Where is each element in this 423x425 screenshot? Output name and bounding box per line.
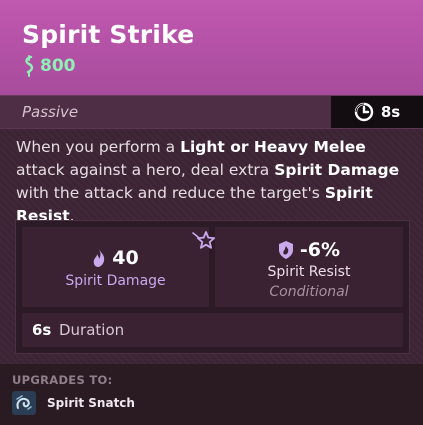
upgrades-heading: UPGRADES TO: xyxy=(12,373,113,387)
item-type-bar: Passive 8s xyxy=(0,95,423,129)
cooldown-value: 8s xyxy=(380,103,401,121)
spirit-damage-value: 40 xyxy=(112,247,139,269)
upgrade-item[interactable]: Spirit Snatch xyxy=(12,391,135,415)
spirit-snatch-icon xyxy=(12,391,36,415)
cost-value: 800 xyxy=(40,56,76,76)
cooldown-badge: 8s xyxy=(331,96,423,128)
upgrades-section: UPGRADES TO: Spirit Snatch xyxy=(0,364,423,425)
conditional-label: Conditional xyxy=(269,284,349,300)
item-header: Spirit Strike 800 xyxy=(0,0,423,95)
stats-panel: 40 Spirit Damage -6% Spirit Resist Condi… xyxy=(15,220,410,354)
stat-spirit-damage: 40 Spirit Damage xyxy=(22,227,216,307)
desc-highlight-spirit-damage: Spirit Damage xyxy=(274,161,400,179)
item-description: When you perform a Light or Heavy Melee … xyxy=(16,138,400,225)
conditional-star-icon xyxy=(191,229,217,253)
cooldown-clock-icon xyxy=(354,102,374,122)
stat-duration: 6s Duration xyxy=(22,313,403,347)
item-cost: 800 xyxy=(22,55,76,77)
item-tooltip-card: Spirit Strike 800 Passive 8s When you pe… xyxy=(0,0,423,425)
upgrade-item-name: Spirit Snatch xyxy=(47,396,135,410)
spirit-damage-label: Spirit Damage xyxy=(65,273,166,289)
item-type-label: Passive xyxy=(22,103,79,121)
spirit-flame-icon xyxy=(92,248,106,268)
duration-label: Duration xyxy=(59,321,125,339)
spirit-resist-shield-icon xyxy=(278,240,294,260)
duration-value: 6s xyxy=(32,321,52,339)
desc-highlight-melee: Light or Heavy Melee xyxy=(180,138,366,156)
item-title: Spirit Strike xyxy=(22,20,195,49)
stat-spirit-resist: -6% Spirit Resist Conditional xyxy=(215,227,403,307)
spirit-resist-label: Spirit Resist xyxy=(267,264,351,280)
souls-icon xyxy=(22,55,36,77)
spirit-resist-value: -6% xyxy=(299,239,341,261)
